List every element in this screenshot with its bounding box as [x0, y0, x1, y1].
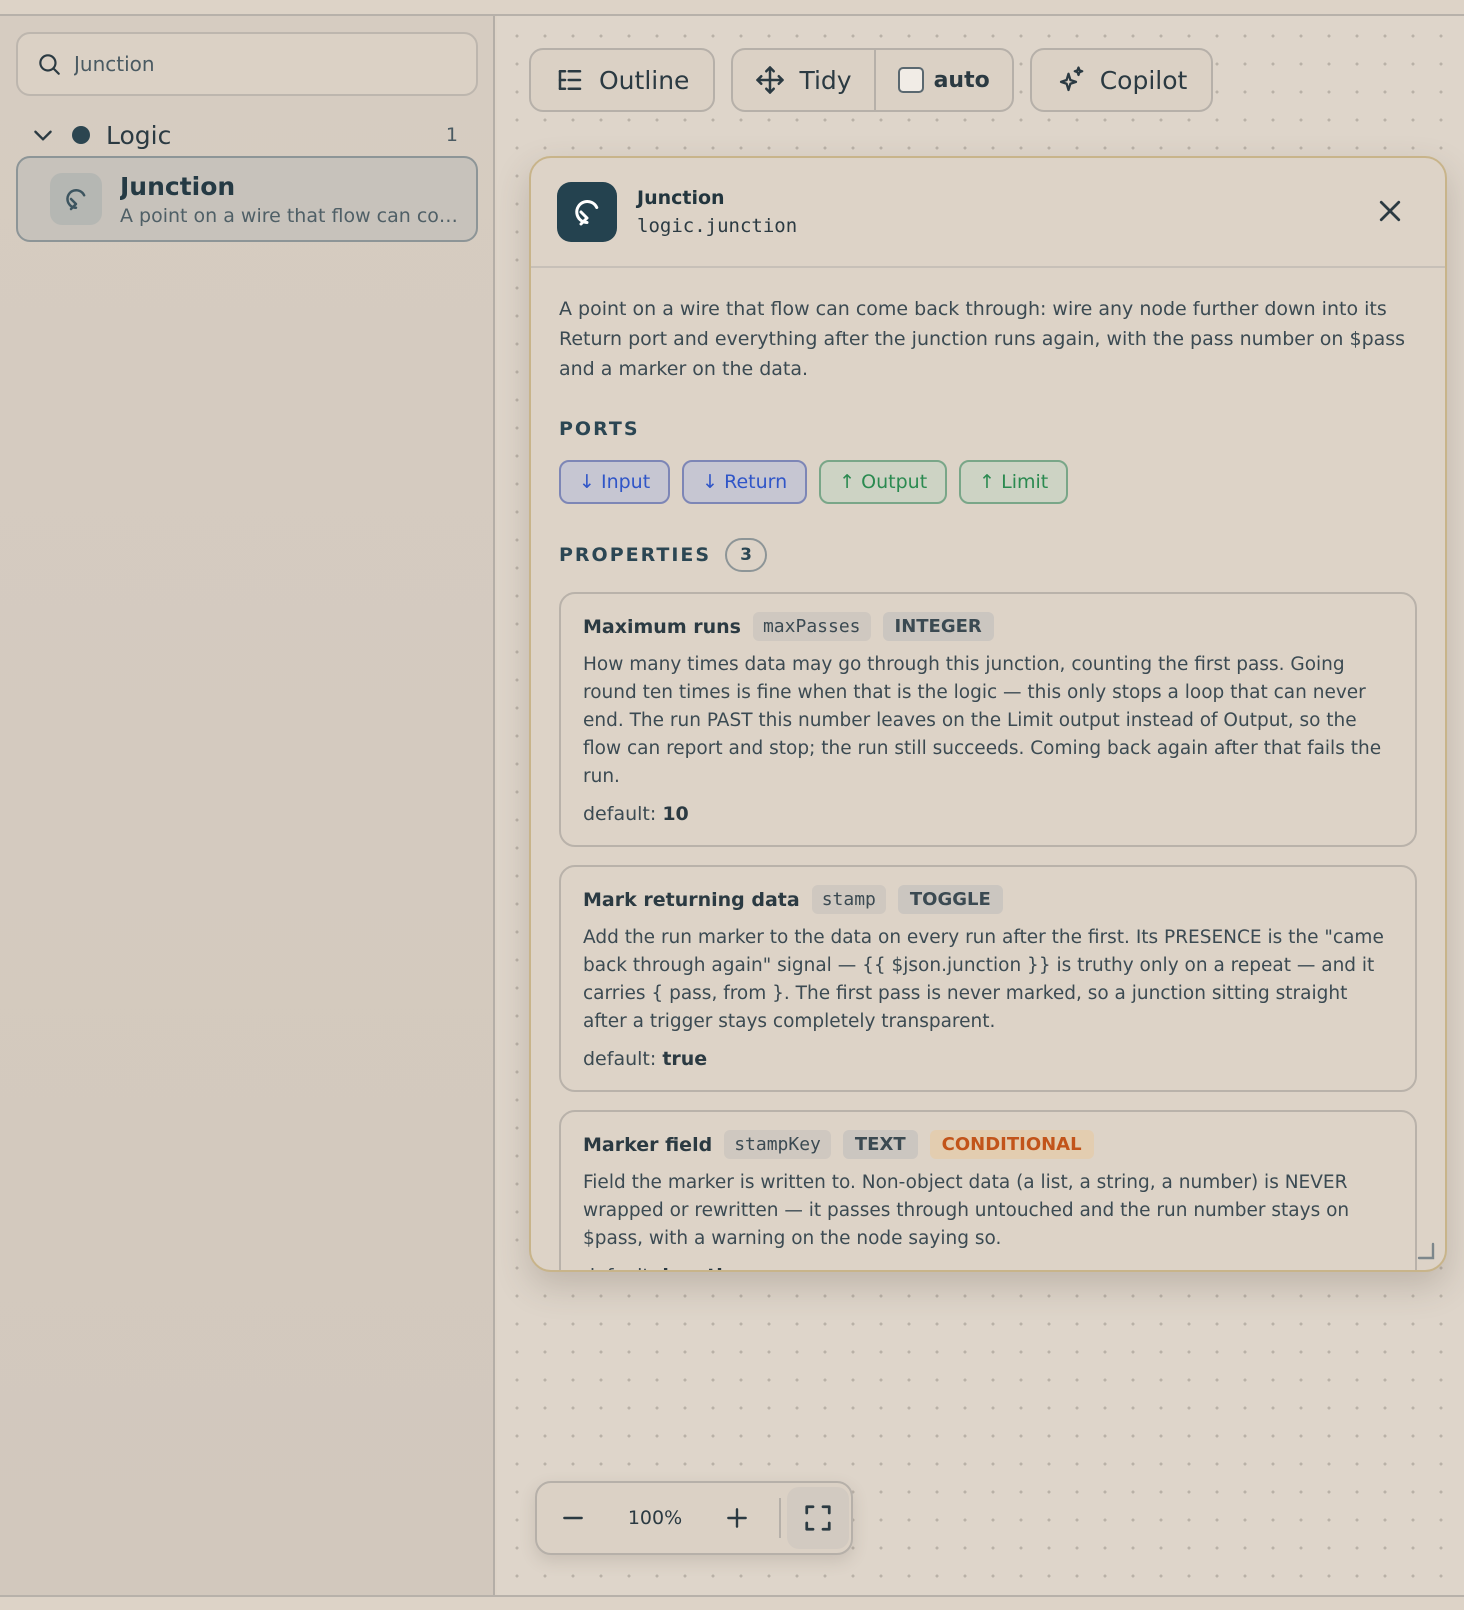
- zoom-controls: 100%: [535, 1481, 853, 1555]
- port-limit[interactable]: ↑ Limit: [959, 460, 1069, 504]
- panel-header: Junction logic.junction: [531, 158, 1445, 268]
- plus-icon: [727, 1508, 747, 1528]
- minus-icon: [563, 1516, 583, 1520]
- search-icon: [39, 54, 60, 75]
- canvas-toolbar: Outline Tidy auto Copilot: [529, 48, 1214, 112]
- properties-heading: PROPERTIES 3: [559, 538, 1417, 572]
- tidy-button[interactable]: Tidy: [733, 50, 873, 110]
- default-value: true: [662, 1048, 708, 1070]
- auto-checkbox[interactable]: [897, 67, 924, 93]
- property-type-badge: TOGGLE: [897, 885, 1003, 914]
- category-logic[interactable]: Logic 1: [30, 112, 460, 158]
- default-value: 10: [662, 803, 689, 825]
- properties-list: Maximum runs maxPasses INTEGER How many …: [559, 592, 1417, 1270]
- fit-view-button[interactable]: [787, 1487, 849, 1549]
- property-card: Marker field stampKey TEXT CONDITIONAL F…: [559, 1110, 1417, 1270]
- loop-icon: [50, 173, 102, 225]
- node-item-junction[interactable]: Junction A point on a wire that flow can…: [16, 156, 478, 242]
- node-palette-sidebar: Logic 1 Junction A point on a wire that …: [0, 16, 495, 1595]
- zoom-divider: [779, 1498, 781, 1538]
- property-card: Maximum runs maxPasses INTEGER How many …: [559, 592, 1417, 847]
- copilot-button[interactable]: Copilot: [1029, 48, 1214, 112]
- properties-heading-text: PROPERTIES: [559, 544, 712, 566]
- node-item-title: Junction: [120, 171, 236, 201]
- outline-button[interactable]: Outline: [529, 48, 716, 112]
- chevron-down-icon[interactable]: [30, 122, 56, 148]
- ports-heading: PORTS: [559, 418, 1417, 440]
- property-description: Add the run marker to the data on every …: [583, 927, 1384, 1032]
- node-details-panel: Junction logic.junction A point on a wir…: [529, 156, 1447, 1272]
- loop-icon: [557, 182, 617, 242]
- panel-title: Junction: [637, 187, 725, 209]
- property-label: Mark returning data: [583, 888, 800, 911]
- property-default: default: junction: [583, 1265, 1393, 1270]
- fullscreen-icon: [805, 1505, 831, 1531]
- property-label: Maximum runs: [583, 615, 741, 638]
- resize-handle-icon[interactable]: [1417, 1242, 1435, 1260]
- property-type-badge: TEXT: [842, 1130, 918, 1159]
- default-prefix: default:: [583, 1265, 656, 1270]
- search-input[interactable]: [74, 52, 454, 76]
- port-return[interactable]: ↓ Return: [682, 460, 808, 504]
- port-input[interactable]: ↓ Input: [559, 460, 671, 504]
- property-key: stamp: [811, 885, 886, 914]
- port-output[interactable]: ↑ Output: [819, 460, 948, 504]
- auto-toggle[interactable]: auto: [873, 50, 1012, 110]
- window-bottom-border: [0, 1595, 1464, 1610]
- zoom-level: 100%: [627, 1507, 683, 1529]
- outline-label: Outline: [599, 65, 690, 95]
- properties-count-badge: 3: [725, 538, 768, 572]
- ports-heading-text: PORTS: [559, 418, 640, 440]
- property-description: Field the marker is written to. Non-obje…: [583, 1172, 1350, 1249]
- conditional-badge: CONDITIONAL: [929, 1130, 1094, 1159]
- tidy-label: Tidy: [799, 65, 852, 95]
- flow-canvas[interactable]: Outline Tidy auto Copilot Junction logic…: [497, 16, 1464, 1595]
- search-box[interactable]: [16, 32, 478, 96]
- outline-icon: [558, 70, 582, 90]
- zoom-in-button[interactable]: [701, 1483, 773, 1553]
- property-default: default: true: [583, 1048, 1393, 1070]
- property-label: Marker field: [583, 1133, 713, 1156]
- zoom-out-button[interactable]: [537, 1483, 609, 1553]
- node-item-description: A point on a wire that flow can come...: [120, 204, 460, 227]
- property-type-badge: INTEGER: [882, 612, 994, 641]
- sparkles-icon: [1059, 66, 1084, 92]
- category-count: 1: [445, 124, 458, 146]
- copilot-label: Copilot: [1099, 65, 1188, 95]
- default-value: junction: [662, 1265, 749, 1270]
- panel-node-type: logic.junction: [637, 215, 798, 237]
- property-default: default: 10: [583, 803, 1393, 825]
- auto-label: auto: [933, 67, 990, 93]
- panel-description: A point on a wire that flow can come bac…: [559, 298, 1406, 380]
- default-prefix: default:: [583, 803, 657, 825]
- category-name: Logic: [106, 120, 172, 150]
- window-top-border: [0, 0, 1464, 16]
- property-key: maxPasses: [752, 612, 871, 641]
- property-card: Mark returning data stamp TOGGLE Add the…: [559, 865, 1417, 1092]
- property-key: stampKey: [724, 1130, 831, 1159]
- tidy-group: Tidy auto: [731, 48, 1014, 112]
- close-icon[interactable]: [1375, 196, 1405, 226]
- move-icon: [756, 66, 785, 94]
- category-dot: [72, 126, 90, 144]
- ports-list: ↓ Input ↓ Return ↑ Output ↑ Limit: [559, 460, 1417, 504]
- property-description: How many times data may go through this …: [583, 654, 1382, 787]
- default-prefix: default:: [583, 1048, 657, 1070]
